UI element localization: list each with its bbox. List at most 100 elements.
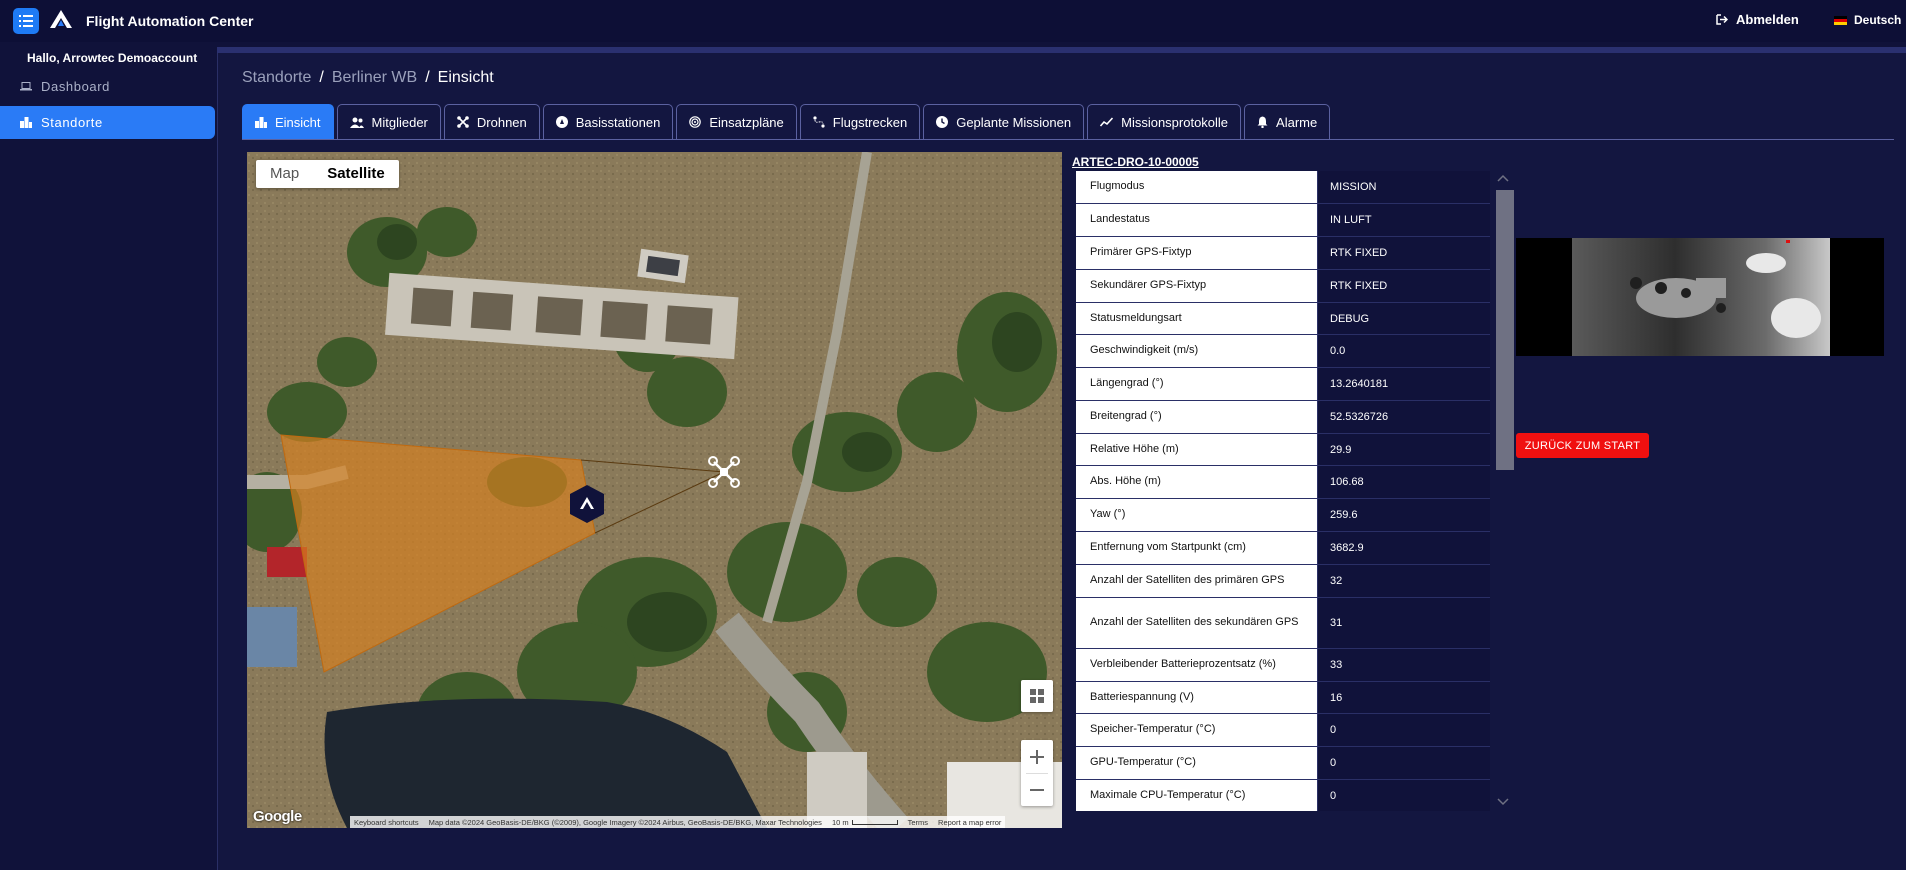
table-row: Anzahl der Satelliten des primären GPS 32 (1076, 565, 1490, 598)
telemetry-value: 0.0 (1317, 335, 1490, 367)
tab-drohnen[interactable]: Drohnen (443, 104, 540, 139)
tab-label: Missionsprotokolle (1121, 114, 1229, 130)
keyboard-shortcuts-link[interactable]: Keyboard shortcuts (354, 818, 419, 827)
map-type-satellite-button[interactable]: Satellite (313, 160, 399, 188)
telemetry-value: 3682.9 (1317, 532, 1490, 564)
map-scale[interactable]: 10 m (832, 818, 898, 827)
tab-label: Drohnen (476, 114, 527, 130)
telemetry-label: Batteriespannung (V) (1076, 682, 1317, 713)
telemetry-value: 106.68 (1317, 466, 1490, 498)
telemetry-label: Primärer GPS-Fixtyp (1076, 237, 1317, 269)
table-row: Abs. Höhe (m) 106.68 (1076, 466, 1490, 499)
plus-icon (1030, 749, 1044, 764)
map-scale-label: 10 m (831, 817, 849, 827)
top-bar: Flight Automation Center Abmelden Deutsc… (0, 0, 1906, 42)
mission-icon (936, 116, 949, 128)
telemetry-value: MISSION (1317, 171, 1490, 203)
telemetry-value: 32 (1317, 565, 1490, 597)
zoom-in-button[interactable] (1021, 741, 1053, 773)
telemetry-label: Abs. Höhe (m) (1076, 466, 1317, 498)
table-row: Geschwindigkeit (m/s) 0.0 (1076, 335, 1490, 368)
map-scale-bar (851, 819, 898, 825)
breadcrumb-standorte[interactable]: Standorte (242, 69, 311, 87)
report-map-error-link[interactable]: Report a map error (938, 818, 1001, 827)
telemetry-label: Landestatus (1076, 204, 1317, 236)
scroll-down-icon[interactable] (1497, 798, 1509, 806)
table-row: Batteriespannung (V) 16 (1076, 682, 1490, 714)
logout-button[interactable]: Abmelden (1716, 12, 1799, 27)
table-row: Verbleibender Batterieprozentsatz (%) 33 (1076, 649, 1490, 682)
telemetry-label: Breitengrad (°) (1076, 401, 1317, 433)
drone-icon (457, 116, 469, 128)
telemetry-value: 0 (1317, 780, 1490, 811)
grid-icon (1030, 689, 1044, 703)
tab-label: Mitglieder (371, 114, 428, 130)
telemetry-value: 259.6 (1317, 499, 1490, 531)
breadcrumb-separator: / (319, 69, 324, 86)
telemetry-value: IN LUFT (1317, 204, 1490, 236)
tab-label: Flugstrecken (832, 114, 908, 130)
tabs-underline (242, 139, 1894, 140)
scroll-up-icon[interactable] (1497, 174, 1509, 182)
app-title: Flight Automation Center (86, 13, 254, 29)
map-attribution: Map data ©2024 GeoBasis-DE/BKG (©2009), … (428, 817, 822, 827)
map-attribution-bar: Keyboard shortcuts Map data ©2024 GeoBas… (350, 816, 1006, 828)
telemetry-value: 0 (1317, 747, 1490, 779)
telemetry-value: 16 (1317, 682, 1490, 713)
tab-mitglieder[interactable]: Mitglieder (336, 104, 441, 139)
telemetry-label: Anzahl der Satelliten des primären GPS (1076, 565, 1317, 597)
language-selector[interactable]: Deutsch (1834, 13, 1901, 27)
map-type-map-button[interactable]: Map (256, 160, 313, 188)
return-to-start-button[interactable]: ZURÜCK ZUM START (1516, 433, 1649, 458)
base-station-icon (555, 116, 568, 128)
telemetry-value: 33 (1317, 649, 1490, 681)
app-logo-icon[interactable] (50, 10, 72, 28)
table-row: Breitengrad (°) 52.5326726 (1076, 401, 1490, 434)
telemetry-label: GPU-Temperatur (°C) (1076, 747, 1317, 779)
tab-geplante-missionen[interactable]: Geplante Missionen (923, 104, 1085, 139)
telemetry-value: RTK FIXED (1317, 270, 1490, 302)
table-row: Anzahl der Satelliten des sekundären GPS… (1076, 598, 1490, 649)
terms-link[interactable]: Terms (908, 818, 928, 827)
google-logo: Google (253, 808, 302, 825)
buildings-icon (255, 116, 267, 128)
telemetry-value: 31 (1317, 598, 1490, 648)
tab-einsicht[interactable]: Einsicht (242, 104, 334, 139)
site-tabs: Einsicht Mitglieder Drohnen Basisstation… (242, 104, 1331, 139)
table-row: Längengrad (°) 13.2640181 (1076, 368, 1490, 401)
breadcrumb: Standorte / Berliner WB / Einsicht (242, 69, 494, 87)
sidebar-item-label: Dashboard (41, 79, 110, 94)
menu-toggle-button[interactable] (13, 8, 39, 34)
table-row: Primärer GPS-Fixtyp RTK FIXED (1076, 237, 1490, 270)
telemetry-label: Maximale CPU-Temperatur (°C) (1076, 780, 1317, 811)
sidebar-item-standorte[interactable]: Standorte (0, 106, 215, 139)
logout-label: Abmelden (1736, 12, 1799, 27)
drone-id-link[interactable]: ARTEC-DRO-10-00005 (1072, 155, 1199, 169)
telemetry-scrollbar-thumb[interactable] (1496, 190, 1514, 470)
telemetry-label: Anzahl der Satelliten des sekundären GPS (1076, 598, 1317, 648)
tab-label: Geplante Missionen (956, 114, 1072, 130)
satellite-map[interactable]: Map Satellite Google Keyboard shortcuts … (247, 152, 1062, 828)
telemetry-value: 0 (1317, 714, 1490, 746)
tab-missionsprotokolle[interactable]: Missionsprotokolle (1087, 104, 1242, 139)
sidebar-item-dashboard[interactable]: Dashboard (0, 70, 215, 103)
tab-basisstationen[interactable]: Basisstationen (542, 104, 674, 139)
table-row: Relative Höhe (m) 29.9 (1076, 434, 1490, 466)
zoom-out-button[interactable] (1021, 774, 1053, 806)
telemetry-label: Sekundärer GPS-Fixtyp (1076, 270, 1317, 302)
telemetry-label: Entfernung vom Startpunkt (cm) (1076, 532, 1317, 564)
table-row: Landestatus IN LUFT (1076, 204, 1490, 237)
breadcrumb-berliner-wb[interactable]: Berliner WB (332, 69, 417, 87)
tab-alarme[interactable]: Alarme (1244, 104, 1331, 139)
telemetry-label: Verbleibender Batterieprozentsatz (%) (1076, 649, 1317, 681)
table-row: Statusmeldungsart DEBUG (1076, 303, 1490, 335)
map-layers-button[interactable] (1021, 680, 1053, 712)
minus-icon (1030, 788, 1044, 791)
tab-flugstrecken[interactable]: Flugstrecken (799, 104, 921, 139)
telemetry-value: 29.9 (1317, 434, 1490, 465)
menu-icon (19, 15, 33, 27)
tab-einsatzplaene[interactable]: Einsatzpläne (676, 104, 797, 139)
table-row: Maximale CPU-Temperatur (°C) 0 (1076, 780, 1490, 811)
telemetry-label: Relative Höhe (m) (1076, 434, 1317, 465)
users-icon (349, 117, 364, 128)
